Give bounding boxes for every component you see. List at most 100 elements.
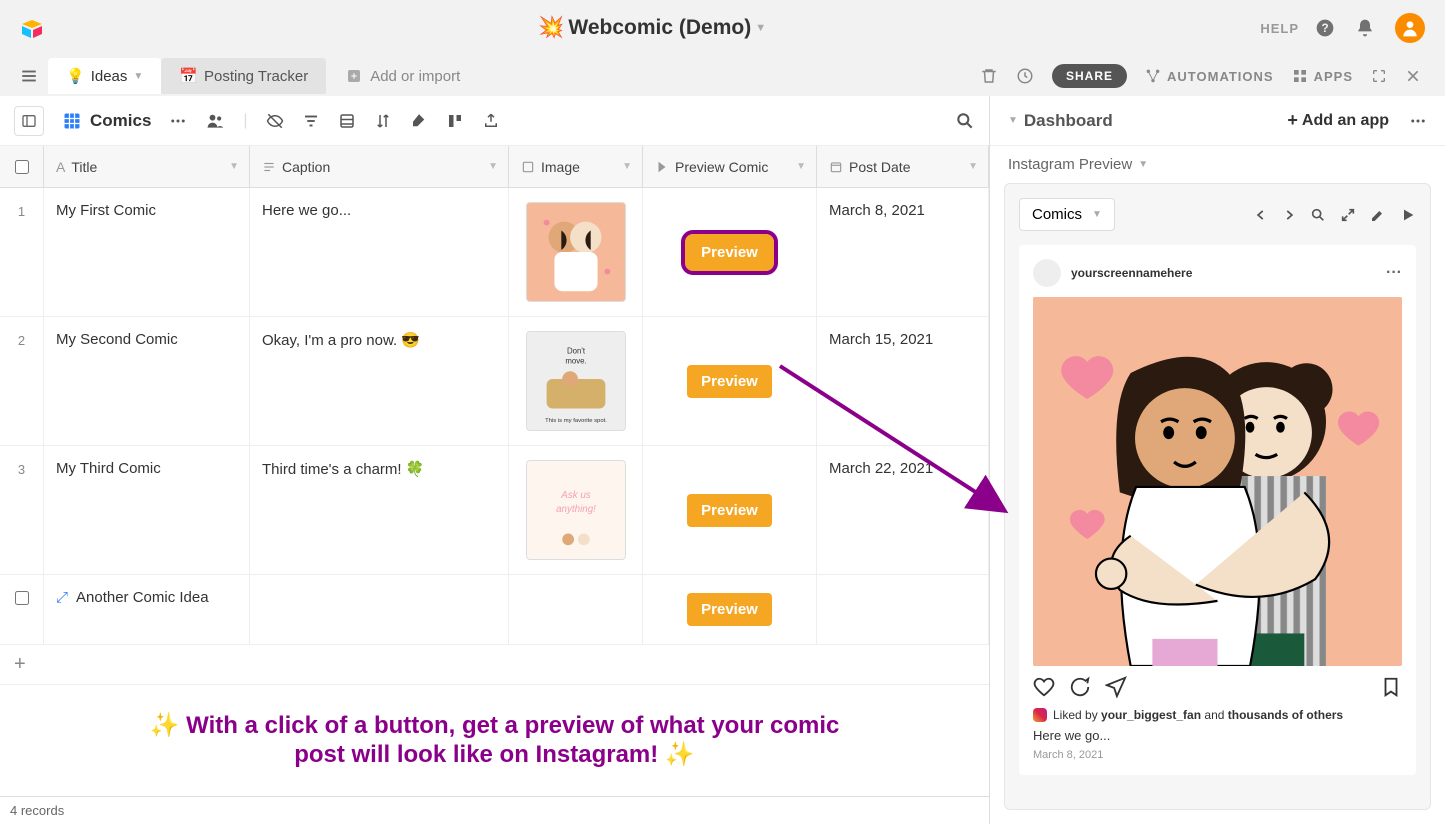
automations-link[interactable]: AUTOMATIONS: [1145, 68, 1274, 84]
image-thumbnail[interactable]: Don'tmove.This is my favorite spot.: [526, 331, 626, 431]
airtable-logo[interactable]: [20, 16, 44, 40]
column-post-date[interactable]: Post Date▼: [817, 146, 989, 187]
cell-caption[interactable]: Here we go...: [250, 188, 509, 316]
more-icon[interactable]: [1409, 112, 1427, 130]
preview-button[interactable]: Preview: [687, 494, 772, 527]
filter-icon[interactable]: [302, 112, 320, 130]
tab-ideas[interactable]: 💡 Ideas ▼: [48, 58, 161, 94]
group-icon[interactable]: [338, 112, 356, 130]
prev-record-icon[interactable]: [1254, 208, 1268, 222]
hide-fields-icon[interactable]: [266, 112, 284, 130]
long-text-icon: [262, 160, 276, 174]
preview-button[interactable]: Preview: [687, 365, 772, 398]
trash-icon[interactable]: [980, 67, 998, 85]
play-icon[interactable]: [1400, 207, 1416, 223]
svg-text:move.: move.: [565, 356, 586, 365]
cell-date[interactable]: March 8, 2021: [817, 188, 989, 316]
preview-button[interactable]: Preview: [687, 593, 772, 626]
record-count: 4 records: [0, 796, 989, 824]
ig-save-icon[interactable]: [1380, 676, 1402, 698]
ig-more-icon[interactable]: ···: [1386, 264, 1402, 282]
cell-caption[interactable]: Third time's a charm! 🍀: [250, 446, 509, 574]
notifications-icon[interactable]: [1355, 18, 1375, 38]
column-caption[interactable]: Caption▼: [250, 146, 509, 187]
row-number: 1: [0, 188, 44, 316]
cell-title[interactable]: My First Comic: [44, 188, 250, 316]
row-number: 3: [0, 446, 44, 574]
view-name[interactable]: Comics: [62, 111, 151, 131]
date-icon: [829, 160, 843, 174]
table-row[interactable]: 2 My Second Comic Okay, I'm a pro now. 😎…: [0, 317, 989, 446]
sidebar-toggle-icon[interactable]: [14, 106, 44, 136]
ig-post-image[interactable]: [1033, 297, 1402, 666]
row-checkbox[interactable]: [0, 575, 44, 644]
chevron-down-icon: ▼: [622, 161, 632, 172]
cell-image[interactable]: [509, 188, 643, 316]
expand-icon[interactable]: [1340, 207, 1356, 223]
expand-icon[interactable]: ⤢: [56, 589, 68, 606]
history-icon[interactable]: [1016, 67, 1034, 85]
svg-text:Ask us: Ask us: [560, 490, 591, 501]
cell-image[interactable]: [509, 575, 643, 644]
search-icon[interactable]: [1310, 207, 1326, 223]
cell-image[interactable]: Ask usanything!: [509, 446, 643, 574]
edit-icon[interactable]: [1370, 207, 1386, 223]
row-height-icon[interactable]: [446, 112, 464, 130]
cell-preview: Preview: [643, 446, 817, 574]
close-icon[interactable]: [1405, 68, 1421, 84]
image-thumbnail[interactable]: Ask usanything!: [526, 460, 626, 560]
select-all-checkbox[interactable]: [0, 146, 44, 187]
column-image[interactable]: Image▼: [509, 146, 643, 187]
cell-date[interactable]: March 22, 2021: [817, 446, 989, 574]
menu-icon[interactable]: [10, 61, 48, 91]
column-title[interactable]: ATitle▼: [44, 146, 250, 187]
apps-link[interactable]: APPS: [1292, 68, 1353, 84]
app-section-label[interactable]: Instagram Preview ▼: [990, 146, 1445, 183]
column-preview[interactable]: Preview Comic▼: [643, 146, 817, 187]
ig-username[interactable]: yourscreennamehere: [1071, 266, 1192, 280]
sort-icon[interactable]: [374, 112, 392, 130]
table-row[interactable]: ⤢Another Comic Idea Preview: [0, 575, 989, 645]
dashboard-header: ▼ Dashboard +Add an app: [990, 96, 1445, 146]
share-button[interactable]: SHARE: [1052, 64, 1127, 88]
ig-avatar[interactable]: [1033, 259, 1061, 287]
cell-caption[interactable]: Okay, I'm a pro now. 😎: [250, 317, 509, 445]
more-icon[interactable]: [169, 112, 187, 130]
ig-like-icon[interactable]: [1033, 676, 1055, 698]
text-field-icon: A: [56, 159, 65, 175]
fullscreen-icon[interactable]: [1371, 68, 1387, 84]
cell-image[interactable]: Don'tmove.This is my favorite spot.: [509, 317, 643, 445]
table-selector[interactable]: Comics▼: [1019, 198, 1115, 231]
table-row[interactable]: 1 My First Comic Here we go... Preview M…: [0, 188, 989, 317]
preview-button[interactable]: Preview: [685, 234, 774, 271]
cell-date[interactable]: March 15, 2021: [817, 317, 989, 445]
ig-comment-icon[interactable]: [1069, 676, 1091, 698]
cell-preview: Preview: [643, 188, 817, 316]
share-view-icon[interactable]: [482, 112, 500, 130]
chevron-down-icon: ▼: [1008, 115, 1018, 126]
cell-date[interactable]: [817, 575, 989, 644]
chevron-down-icon: ▼: [968, 161, 978, 172]
table-row[interactable]: 3 My Third Comic Third time's a charm! 🍀…: [0, 446, 989, 575]
cell-caption[interactable]: [250, 575, 509, 644]
dashboard-title[interactable]: ▼ Dashboard: [1008, 111, 1277, 131]
image-thumbnail[interactable]: [526, 202, 626, 302]
cell-title[interactable]: My Second Comic: [44, 317, 250, 445]
base-title[interactable]: 💥 Webcomic (Demo) ▼: [44, 16, 1260, 40]
tab-emoji: 📅: [179, 67, 198, 85]
cell-title[interactable]: ⤢Another Comic Idea: [44, 575, 250, 644]
add-or-import-button[interactable]: Add or import: [334, 60, 472, 93]
add-row-button[interactable]: +: [0, 645, 989, 685]
next-record-icon[interactable]: [1282, 208, 1296, 222]
help-icon[interactable]: ?: [1315, 18, 1335, 38]
add-app-button[interactable]: +Add an app: [1287, 110, 1389, 131]
color-icon[interactable]: [410, 112, 428, 130]
tab-posting-tracker[interactable]: 📅 Posting Tracker: [161, 58, 326, 94]
collaborators-icon[interactable]: [205, 111, 225, 131]
ig-share-icon[interactable]: [1105, 676, 1127, 698]
view-bar: Comics |: [0, 96, 989, 146]
cell-title[interactable]: My Third Comic: [44, 446, 250, 574]
help-link[interactable]: HELP: [1260, 21, 1299, 36]
user-avatar[interactable]: [1395, 13, 1425, 43]
search-icon[interactable]: [955, 111, 975, 131]
